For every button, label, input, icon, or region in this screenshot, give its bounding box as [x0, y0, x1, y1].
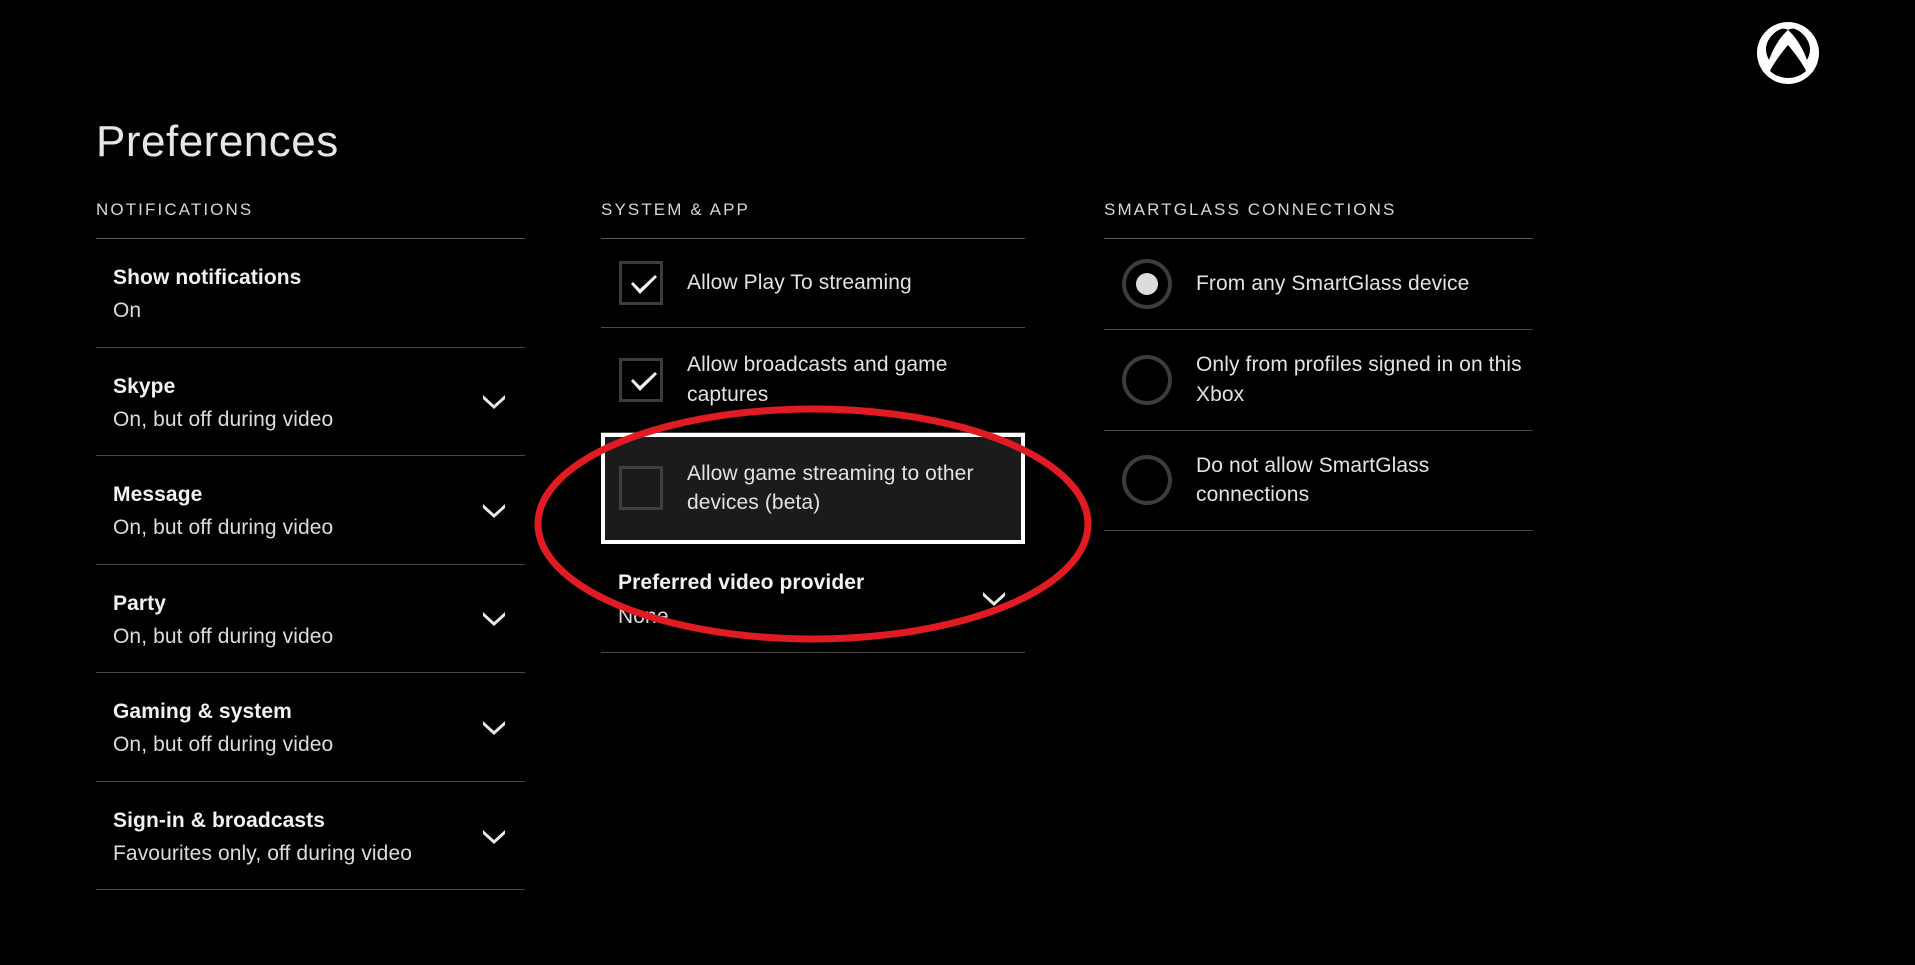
checkbox-label: Allow broadcasts and game captures [687, 353, 948, 406]
checkbox-row-allow-broadcasts-and-game-captures[interactable]: Allow broadcasts and game captures [601, 328, 1025, 433]
notification-title: Show notifications [113, 266, 302, 289]
notification-value: On, but off during video [113, 407, 334, 431]
checkbox-unchecked-icon[interactable] [619, 466, 663, 511]
notification-row-message[interactable]: Message On, but off during video [96, 456, 525, 565]
notification-title: Skype [113, 374, 176, 398]
notification-row-signin-broadcasts[interactable]: Sign-in & broadcasts Favourites only, of… [96, 782, 525, 891]
notification-title: Message [113, 483, 203, 507]
notification-title: Sign-in & broadcasts [113, 808, 326, 832]
notification-row-party[interactable]: Party On, but off during video [96, 565, 525, 674]
column-smartglass-connections: SMARTGLASS CONNECTIONS From any SmartGla… [1104, 200, 1533, 532]
chevron-down-icon[interactable] [981, 590, 1007, 607]
radio-unselected-icon[interactable] [1122, 354, 1172, 405]
chevron-down-icon[interactable] [481, 828, 507, 844]
dropdown-value: None [618, 604, 669, 628]
notification-title: Gaming & system [113, 700, 292, 724]
chevron-down-icon[interactable] [481, 719, 507, 735]
radio-unselected-icon[interactable] [1122, 455, 1172, 506]
dropdown-title: Preferred video provider [618, 571, 865, 595]
checkbox-label: Allow game streaming to other devices (b… [687, 461, 974, 515]
notification-row-gaming-system[interactable]: Gaming & system On, but off during video [96, 673, 525, 782]
checkbox-checked-icon[interactable] [619, 261, 663, 305]
checkbox-checked-icon[interactable] [619, 357, 663, 402]
notification-title: Party [113, 591, 167, 615]
notification-value: On, but off during video [113, 624, 334, 648]
chevron-down-icon[interactable] [481, 502, 507, 518]
radio-row-only-from-profiles-signed-in[interactable]: Only from profiles signed in on this Xbo… [1104, 330, 1533, 431]
radio-row-do-not-allow-smartglass[interactable]: Do not allow SmartGlass connections [1104, 431, 1533, 532]
checkbox-label: Allow Play To streaming [687, 271, 912, 295]
column-header-system-app: SYSTEM & APP [601, 200, 750, 219]
radio-label: From any SmartGlass device [1196, 272, 1470, 296]
chevron-down-icon[interactable] [481, 393, 507, 410]
radio-selected-icon[interactable] [1122, 259, 1172, 309]
radio-label: Do not allow SmartGlass connections [1196, 453, 1430, 507]
notification-value: Favourites only, off during video [113, 841, 413, 865]
notification-row-skype[interactable]: Skype On, but off during video [96, 348, 525, 457]
notification-value: On [113, 299, 142, 323]
column-header-smartglass: SMARTGLASS CONNECTIONS [1104, 200, 1397, 219]
dropdown-row-preferred-video-provider[interactable]: Preferred video provider None [601, 544, 1025, 653]
page-title: Preferences [96, 117, 339, 166]
notification-row-show-notifications[interactable]: Show notifications On [96, 239, 525, 348]
column-notifications: NOTIFICATIONS Show notifications On Skyp… [96, 200, 525, 891]
column-system-app: SYSTEM & APP Allow Play To streaming All… [601, 200, 1025, 653]
checkbox-row-allow-play-to-streaming[interactable]: Allow Play To streaming [601, 239, 1025, 328]
radio-label: Only from profiles signed in on this Xbo… [1196, 353, 1522, 406]
column-header-notifications: NOTIFICATIONS [96, 200, 254, 219]
notification-value: On, but off during video [113, 733, 334, 757]
xbox-logo-icon [1757, 22, 1819, 84]
chevron-down-icon[interactable] [481, 610, 507, 627]
notification-value: On, but off during video [113, 516, 334, 540]
radio-row-from-any-smartglass-device[interactable]: From any SmartGlass device [1104, 239, 1533, 330]
checkbox-row-allow-game-streaming-to-other-devices[interactable]: Allow game streaming to other devices (b… [601, 432, 1025, 545]
